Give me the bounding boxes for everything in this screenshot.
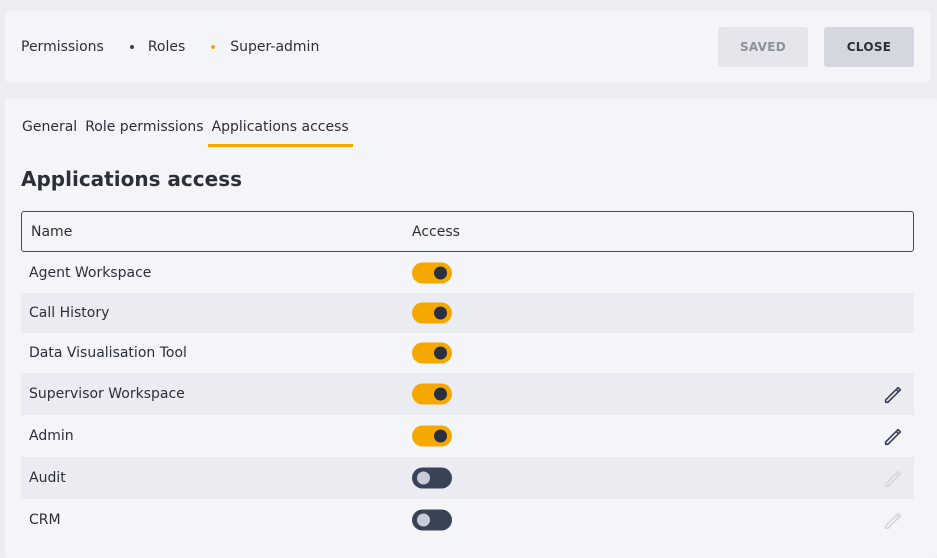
app-name: Data Visualisation Tool: [29, 345, 187, 361]
pencil-icon[interactable]: [882, 383, 904, 405]
table-row: Supervisor Workspace: [21, 373, 914, 415]
access-toggle[interactable]: [412, 342, 452, 364]
breadcrumb-current: Super-admin: [230, 39, 320, 55]
toggle-knob: [417, 513, 430, 527]
tab-general[interactable]: General: [22, 119, 81, 147]
access-toggle[interactable]: [412, 262, 452, 284]
breadcrumb-separator: [129, 45, 134, 49]
tab-applications-access[interactable]: Applications access: [207, 119, 353, 147]
access-toggle[interactable]: [412, 383, 452, 405]
pencil-icon: [882, 509, 904, 531]
column-header-name: Name: [31, 224, 73, 240]
table-header: Name Access: [21, 211, 914, 252]
table-row: CRM: [21, 499, 914, 541]
breadcrumb-roles[interactable]: Roles: [148, 39, 185, 55]
section-title: Applications access: [21, 167, 243, 191]
access-toggle[interactable]: [412, 467, 452, 489]
pencil-icon[interactable]: [882, 425, 904, 447]
tab-bar: General Role permissions Applications ac…: [22, 119, 353, 147]
app-name: Audit: [29, 470, 66, 486]
toggle-knob: [434, 387, 447, 401]
app-name: Admin: [29, 428, 74, 444]
tab-role-permissions[interactable]: Role permissions: [81, 119, 207, 147]
breadcrumb-permissions[interactable]: Permissions: [21, 39, 104, 55]
table-row: Audit: [21, 457, 914, 499]
app-name: Supervisor Workspace: [29, 386, 185, 402]
access-toggle[interactable]: [412, 425, 452, 447]
app-name: Agent Workspace: [29, 265, 152, 281]
toggle-knob: [434, 266, 447, 280]
saved-button: SAVED: [718, 27, 808, 67]
table-row: Call History: [21, 293, 914, 333]
toggle-knob: [434, 429, 447, 443]
table-body: Agent Workspace Call History Data Visualis…: [21, 253, 914, 541]
app-name: CRM: [29, 512, 61, 528]
column-header-access: Access: [412, 224, 460, 240]
breadcrumb: Permissions Roles Super-admin: [21, 39, 319, 55]
pencil-icon: [882, 467, 904, 489]
toggle-knob: [434, 306, 447, 320]
toggle-knob: [434, 346, 447, 360]
close-button[interactable]: CLOSE: [824, 27, 914, 67]
header-bar: Permissions Roles Super-admin SAVED CLOS…: [5, 11, 930, 82]
toggle-knob: [417, 471, 430, 485]
access-toggle[interactable]: [412, 509, 452, 531]
table-row: Data Visualisation Tool: [21, 333, 914, 373]
main-panel: General Role permissions Applications ac…: [5, 98, 937, 558]
table-row: Agent Workspace: [21, 253, 914, 293]
table-row: Admin: [21, 415, 914, 457]
app-name: Call History: [29, 305, 110, 321]
access-toggle[interactable]: [412, 302, 452, 324]
breadcrumb-separator-active: [211, 45, 216, 49]
